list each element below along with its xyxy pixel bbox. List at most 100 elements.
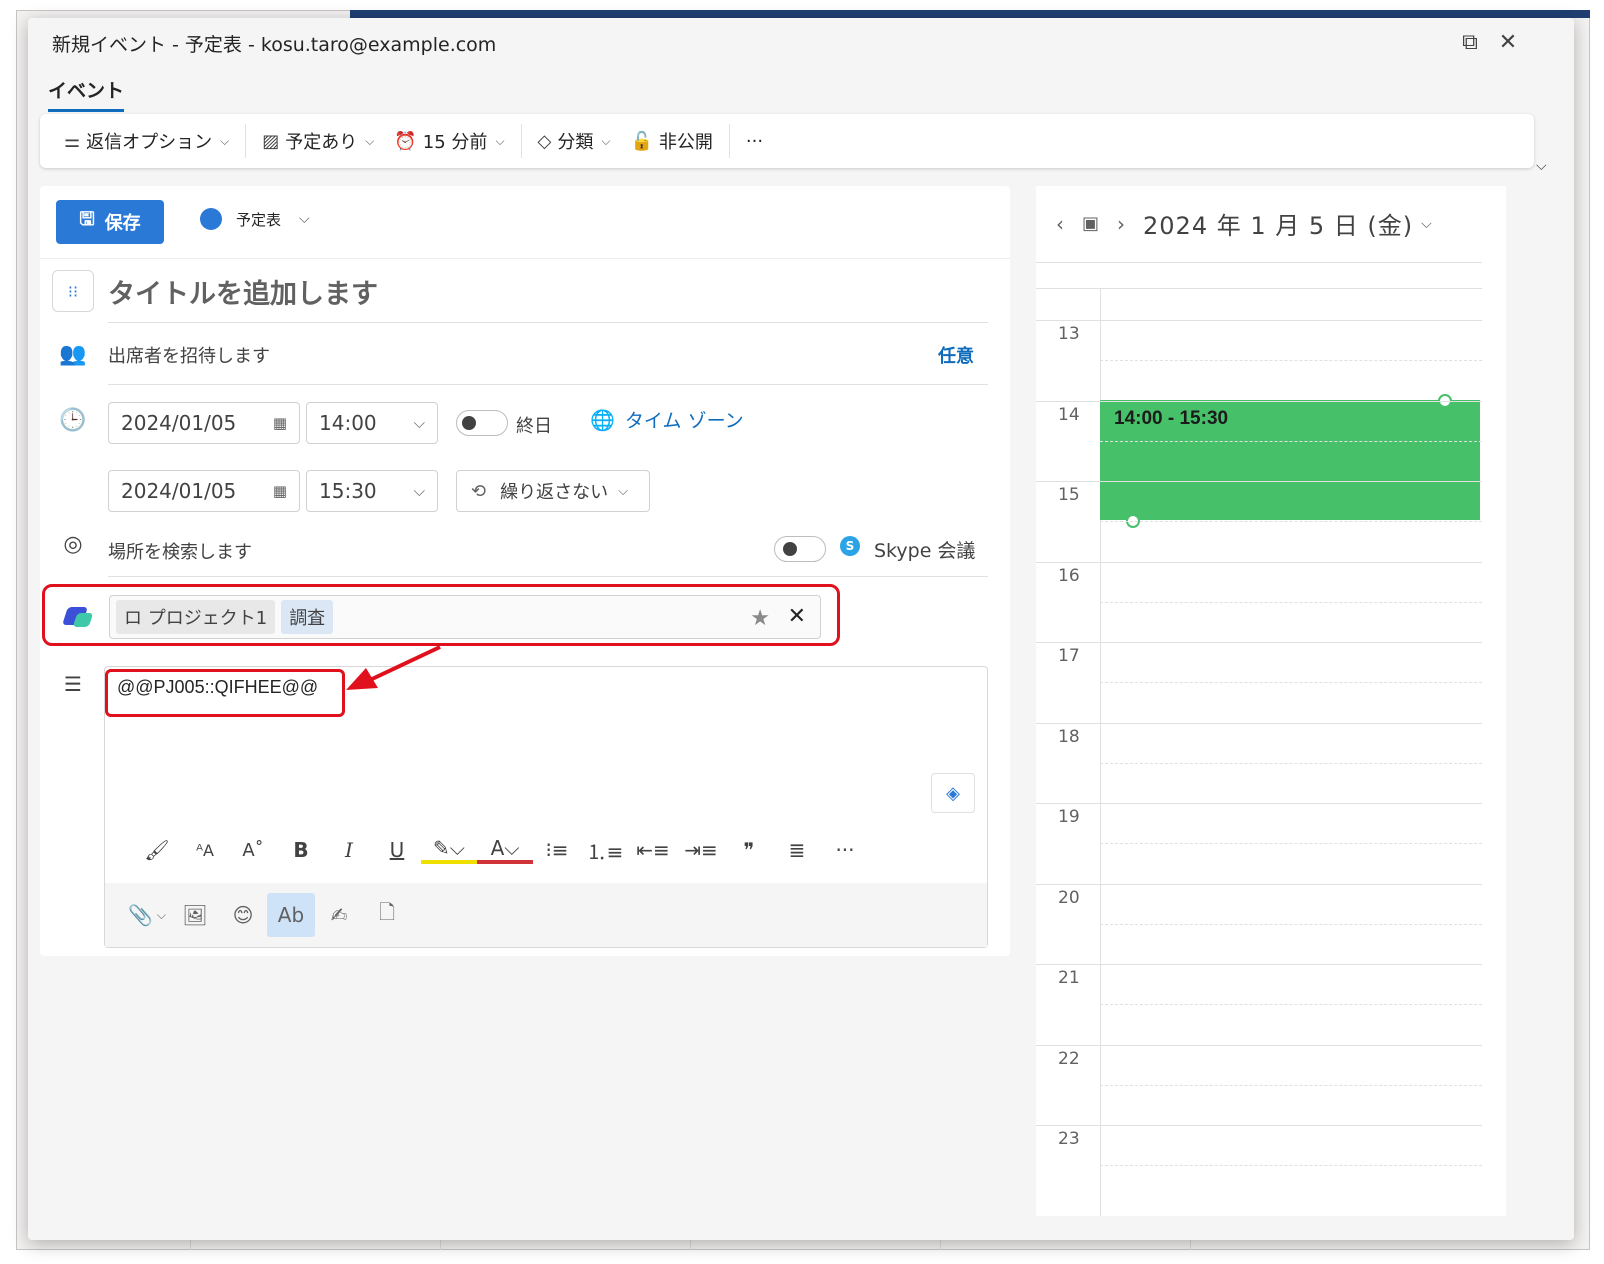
private-label: 非公開 <box>658 132 713 153</box>
previous-day-icon[interactable]: ‹ <box>1056 212 1064 236</box>
reminder-button[interactable]: ⏰ 15 分前 ⌵ <box>384 121 514 161</box>
popout-icon[interactable]: ⧉ <box>1456 28 1484 56</box>
ribbon-tabs: イベント <box>48 76 125 112</box>
title-template-icon[interactable]: ⁝⁝ <box>52 270 94 312</box>
recurrence-dropdown[interactable]: ⟲ 繰り返さない ⌵ <box>456 470 650 512</box>
editor-premium-icon[interactable]: ◈ <box>931 773 975 813</box>
signature-icon[interactable]: ✍ <box>315 893 363 937</box>
calendar-name: 予定表 <box>236 210 282 229</box>
star-icon[interactable]: ★ <box>750 606 770 631</box>
half-hour-line <box>1100 360 1482 362</box>
toolbar-separator <box>520 124 522 158</box>
end-date-field[interactable]: 2024/01/05 ▦ <box>108 470 300 512</box>
hour-line <box>1036 400 1482 402</box>
chevron-down-icon[interactable]: ⌵ <box>1421 216 1432 232</box>
hour-line <box>1036 642 1482 643</box>
private-button[interactable]: 🔓 非公開 <box>621 121 723 161</box>
divider <box>40 258 1010 259</box>
categorize-button[interactable]: ◇ 分類 ⌵ <box>528 121 621 161</box>
clock-icon: 🕒 <box>59 408 87 433</box>
calendar-color-dot <box>200 208 222 230</box>
clear-icon[interactable]: ✕ <box>788 604 806 629</box>
more-formatting-icon[interactable]: ··· <box>821 838 869 862</box>
hour-label: 14 <box>1058 404 1080 425</box>
loop-component-icon[interactable]: 🗋 <box>363 893 411 937</box>
reply-options-button[interactable]: ⚌ 返信オプション ⌵ <box>54 121 239 161</box>
emoji-icon[interactable]: 😊 <box>219 893 267 937</box>
attach-icon[interactable]: 📎 ⌵ <box>123 893 171 937</box>
dialog-title: 新規イベント - 予定表 - kosu.taro@example.com <box>52 34 497 56</box>
notes-icon: ☰ <box>64 672 82 696</box>
align-icon[interactable]: ≣ <box>773 838 821 862</box>
optional-attendees-link[interactable]: 任意 <box>938 342 974 368</box>
calendar-date-label[interactable]: 2024 年 1 月 5 日 (金) <box>1143 206 1413 241</box>
calendar-picker[interactable]: 予定表 ⌵ <box>200 208 310 230</box>
timezone-button[interactable]: 🌐 タイム ゾーン <box>590 406 744 433</box>
all-day-toggle[interactable] <box>456 410 508 436</box>
divider <box>108 576 988 577</box>
bullets-icon[interactable]: ⁝≡ <box>533 838 581 862</box>
new-event-dialog: 新規イベント - 予定表 - kosu.taro@example.com ⧉ ✕… <box>28 18 1574 1240</box>
ribbon-collapse-chevron-icon[interactable]: ⌵ <box>1536 158 1547 174</box>
hour-line <box>1036 803 1482 804</box>
logo-part <box>72 613 94 627</box>
busy-status-icon: ▨ <box>262 130 280 152</box>
event-body-editor[interactable]: @@PJ005::QIFHEE@@ ◈ 🖌 ᴬA A˚ B I U ✎⌵ A⌵ … <box>104 666 988 948</box>
half-hour-line <box>1100 601 1482 603</box>
hour-line <box>1036 561 1482 563</box>
bold-icon[interactable]: B <box>277 838 325 862</box>
start-time-field[interactable]: 14:00 ⌵ <box>306 402 438 444</box>
close-icon[interactable]: ✕ <box>1494 28 1522 56</box>
show-as-button[interactable]: ▨ 予定あり ⌵ <box>252 121 384 161</box>
title-input[interactable]: タイトルを追加します <box>108 272 378 311</box>
next-day-icon[interactable]: › <box>1117 212 1125 236</box>
chevron-down-icon: ⌵ <box>299 211 310 227</box>
quote-icon[interactable]: ❞ <box>725 838 773 862</box>
skype-toggle[interactable] <box>774 536 826 562</box>
hour-line <box>1036 722 1482 724</box>
image-icon[interactable]: 🖼 <box>171 893 219 937</box>
font-grow-icon[interactable]: A˚ <box>229 840 277 861</box>
body-annotation-box <box>105 669 345 717</box>
font-color-icon[interactable]: A⌵ <box>477 836 533 864</box>
task-chip: 調査 <box>281 600 334 634</box>
timezone-label: タイム ゾーン <box>624 410 744 432</box>
half-hour-line <box>1100 762 1482 764</box>
project-annotation-box: ロ プロジェクト1 調査 ★ ✕ <box>42 584 840 646</box>
italic-icon[interactable]: I <box>325 838 373 862</box>
more-options-button[interactable]: ··· <box>736 121 773 161</box>
format-painter-icon[interactable]: 🖌 <box>133 838 181 862</box>
today-icon[interactable]: ▣ <box>1082 213 1099 234</box>
show-as-label: 予定あり <box>285 132 358 153</box>
hour-label: 22 <box>1058 1048 1080 1069</box>
divider <box>108 384 988 385</box>
attendees-input[interactable]: 出席者を招待します <box>108 342 270 368</box>
project-selector[interactable]: ロ プロジェクト1 調査 ★ ✕ <box>109 595 821 639</box>
location-input[interactable]: 場所を検索します <box>108 538 252 564</box>
skype-label: Skype 会議 <box>874 540 976 562</box>
half-hour-line <box>1100 440 1482 442</box>
font-size-icon[interactable]: ᴬA <box>181 841 229 860</box>
dialog-titlebar: 新規イベント - 予定表 - kosu.taro@example.com ⧉ ✕ <box>28 18 1574 66</box>
skype-icon: S <box>840 536 860 556</box>
grid-line <box>1036 262 1482 263</box>
decrease-indent-icon[interactable]: ⇤≡ <box>629 838 677 862</box>
chevron-down-icon: ⌵ <box>495 133 505 148</box>
highlight-icon[interactable]: ✎⌵ <box>421 836 477 864</box>
increase-indent-icon[interactable]: ⇥≡ <box>677 838 725 862</box>
event-block[interactable]: 14:00 - 15:30 <box>1100 394 1480 528</box>
underline-icon[interactable]: U <box>373 838 421 862</box>
editor-icon[interactable]: Ab <box>267 893 315 937</box>
ribbon-toolbar: ⚌ 返信オプション ⌵ ▨ 予定あり ⌵ ⏰ 15 分前 ⌵ ◇ 分類 ⌵ 🔓 … <box>40 114 1534 168</box>
start-date-field[interactable]: 2024/01/05 ▦ <box>108 402 300 444</box>
end-time-field[interactable]: 15:30 ⌵ <box>306 470 438 512</box>
hour-line <box>1036 964 1482 965</box>
hour-label: 20 <box>1058 887 1080 908</box>
save-button[interactable]: 🖫 保存 <box>56 200 164 244</box>
save-label: 保存 <box>104 213 141 234</box>
globe-icon: 🌐 <box>590 407 615 432</box>
numbering-icon[interactable]: ⒈≡ <box>581 836 629 865</box>
half-hour-line <box>1100 1084 1482 1086</box>
half-hour-line <box>1100 521 1482 523</box>
tab-event[interactable]: イベント <box>48 76 125 112</box>
